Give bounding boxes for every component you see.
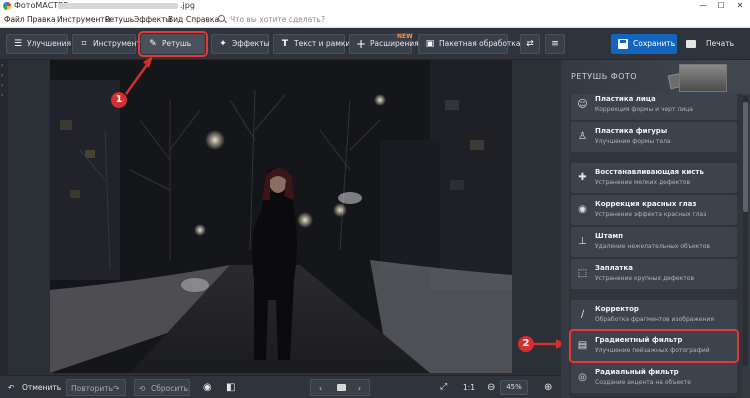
step-2-badge: 2 [518,336,534,352]
tool-title: Пластика лица [595,95,656,103]
step-1-badge: 1 [111,92,127,108]
retouch-panel: РЕТУШЬ ФОТО ☺ Пластика лица Коррекция фо… [561,60,750,398]
app-window: ФотоМАСТЕР .jpg — ☐ ✕ Файл Правка Инстру… [0,0,750,398]
tool-title: Штамп [595,232,623,240]
ratio-1-1-button[interactable]: 1:1 [463,379,475,396]
tool-healing-brush[interactable]: ✚ Восстанавливающая кисть Устранение мел… [571,163,737,193]
tool-subtitle: Улучшение формы тела [595,138,671,145]
before-after-icon[interactable]: ◧ [226,379,235,396]
reset-label: Сбросить [151,384,188,393]
next-image-button[interactable]: › [358,380,361,397]
bottom-bar: ↶ Отменить Повторить ↷ ⟲ Сбросить ◉ ◧ ‹ … [0,375,561,398]
reset-icon: ⟲ [139,384,146,393]
redo-label: Повторить [71,384,114,393]
tool-subtitle: Устранение эффекта красных глаз [595,211,707,218]
redo-button[interactable]: Повторить ↷ [66,379,126,396]
healing-brush-icon: ✚ [578,172,587,183]
zoom-level-field[interactable]: 45% [500,380,528,395]
corrector-icon: ∕ [580,309,585,320]
tool-subtitle: Устранение крупных дефектов [595,275,694,282]
zoom-in-button[interactable]: ⊕ [544,379,552,396]
stamp-icon: ⊥ [578,236,587,247]
radial-filter-icon: ◎ [578,372,587,383]
folder-icon[interactable] [337,384,346,391]
reset-button[interactable]: ⟲ Сбросить [134,379,190,396]
tool-title: Пластика фигуры [595,127,668,135]
gradient-filter-icon: ▤ [577,340,588,351]
tool-subtitle: Создание акцента на объекте [595,379,691,386]
tool-figure-sculpt[interactable]: ♙ Пластика фигуры Улучшение формы тела [571,122,737,152]
patch-icon: ⬚ [577,268,588,279]
decorative-photo-thumb [679,64,727,92]
tool-corrector[interactable]: ∕ Корректор Обработка фрагментов изображ… [571,300,737,330]
panel-title: РЕТУШЬ ФОТО [571,72,638,81]
undo-button[interactable]: Отменить [22,379,61,396]
previous-image-button[interactable]: ‹ [319,380,322,397]
redo-icon: ↷ [113,384,120,393]
tool-gradient-filter[interactable]: ▤ Градиентный фильтр Улучшение пейзажных… [569,329,739,363]
preview-eye-icon[interactable]: ◉ [203,379,212,396]
tool-subtitle: Коррекция формы и черт лица [595,106,693,113]
tool-title: Коррекция красных глаз [595,200,697,208]
panel-header: РЕТУШЬ ФОТО [561,60,750,94]
zoom-out-button[interactable]: ⊖ [487,379,495,396]
tool-subtitle: Обработка фрагментов изображения [595,316,714,323]
tool-clone-stamp[interactable]: ⊥ Штамп Удаление нежелательных объектов [571,227,737,257]
tool-subtitle: Удаление нежелательных объектов [595,243,710,250]
tool-patch[interactable]: ⬚ Заплатка Устранение крупных дефектов [571,259,737,289]
figure-icon: ♙ [578,131,587,142]
fit-screen-icon[interactable]: ⤢ [440,379,447,396]
image-navigation: ‹ › [310,379,370,396]
tool-title: Заплатка [595,264,633,272]
retouch-tools-list: ☺ Пластика лица Коррекция формы и черт л… [569,94,743,398]
undo-icon: ↶ [8,383,15,392]
tool-radial-filter[interactable]: ◎ Радиальный фильтр Создание акцента на … [571,363,737,393]
eye-icon: ◉ [578,204,587,215]
face-icon: ☺ [577,99,588,110]
tool-subtitle: Улучшение пейзажных фотографий [595,347,710,354]
tool-subtitle: Устранение мелких дефектов [595,179,690,186]
panel-scrollbar[interactable] [743,96,748,366]
tool-title: Градиентный фильтр [595,336,683,344]
tool-red-eye[interactable]: ◉ Коррекция красных глаз Устранение эффе… [571,195,737,225]
panel-scrollbar-thumb[interactable] [743,102,748,212]
tool-title: Корректор [595,305,639,313]
tool-title: Восстанавливающая кисть [595,168,704,176]
tool-face-sculpt[interactable]: ☺ Пластика лица Коррекция формы и черт л… [571,94,737,120]
tool-title: Радиальный фильтр [595,368,679,376]
